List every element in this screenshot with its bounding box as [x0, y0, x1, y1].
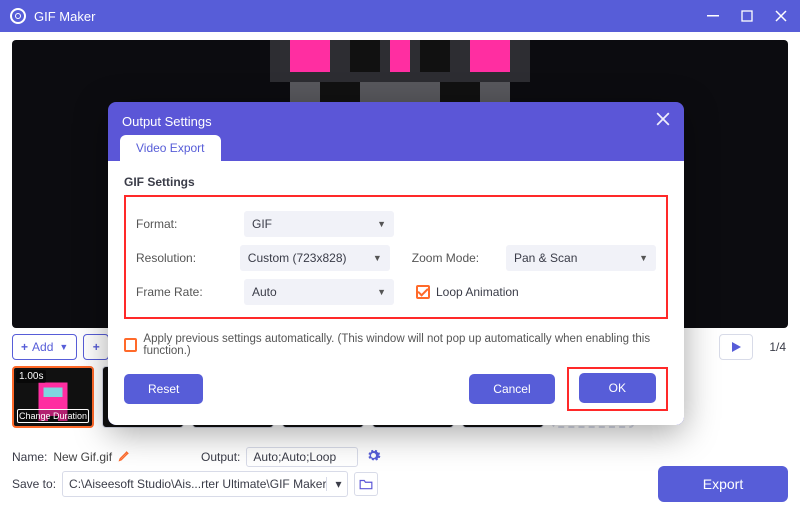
output-label: Output:	[201, 450, 240, 464]
add-frame-button[interactable]: +	[83, 334, 109, 360]
ok-highlight: OK	[567, 367, 668, 411]
tab-label: Video Export	[136, 141, 205, 155]
loop-label: Loop Animation	[436, 285, 519, 299]
saveto-row: Save to: C:\Aiseesoft Studio\Ais...rter …	[0, 474, 800, 504]
framerate-value: Auto	[252, 285, 277, 299]
zoom-label: Zoom Mode:	[412, 251, 494, 265]
name-value: New Gif.gif	[53, 450, 112, 464]
format-dropdown[interactable]: GIF ▼	[244, 211, 394, 237]
plus-icon: +	[93, 340, 100, 354]
apply-label: Apply previous settings automatically. (…	[143, 333, 668, 357]
plus-icon: +	[21, 340, 28, 354]
open-folder-button[interactable]	[354, 472, 378, 496]
chevron-down-icon: ▼	[373, 253, 382, 263]
tab-video-export[interactable]: Video Export	[120, 135, 221, 161]
cancel-button-label: Cancel	[493, 382, 530, 396]
gif-settings-group: Format: GIF ▼ Resolution: Custom (723x82…	[124, 195, 668, 319]
minimize-button[interactable]	[704, 7, 722, 25]
framerate-dropdown[interactable]: Auto ▼	[244, 279, 394, 305]
dialog-footer: Reset Cancel OK	[124, 367, 668, 411]
add-button[interactable]: + Add ▼	[12, 334, 77, 360]
gear-icon[interactable]	[366, 448, 381, 466]
close-icon[interactable]	[656, 112, 670, 131]
framerate-label: Frame Rate:	[136, 285, 232, 299]
output-value[interactable]: Auto;Auto;Loop	[246, 447, 358, 467]
thumbnail-duration: 1.00s	[16, 370, 46, 383]
close-window-button[interactable]	[772, 7, 790, 25]
ok-button-label: OK	[609, 381, 626, 395]
change-duration-button[interactable]: Change Duration	[17, 409, 89, 423]
saveto-field[interactable]: C:\Aiseesoft Studio\Ais...rter Ultimate\…	[62, 471, 348, 497]
saveto-value: C:\Aiseesoft Studio\Ais...rter Ultimate\…	[69, 477, 326, 491]
chevron-down-icon: ▼	[377, 219, 386, 229]
resolution-label: Resolution:	[136, 251, 228, 265]
loop-animation-checkbox[interactable]: Loop Animation	[416, 285, 519, 299]
app-logo-icon	[10, 8, 26, 24]
resolution-dropdown[interactable]: Custom (723x828) ▼	[240, 245, 390, 271]
resolution-value: Custom (723x828)	[248, 251, 347, 265]
export-button[interactable]: Export	[658, 466, 788, 502]
add-button-label: Add	[32, 340, 53, 354]
reset-button-label: Reset	[148, 382, 179, 396]
reset-button[interactable]: Reset	[124, 374, 203, 404]
ok-button[interactable]: OK	[579, 373, 656, 403]
chevron-down-icon: ▼	[639, 253, 648, 263]
format-label: Format:	[136, 217, 232, 231]
chevron-down-icon: ▾	[326, 477, 341, 491]
output-settings-dialog: Output Settings Video Export GIF Setting…	[108, 102, 684, 425]
maximize-button[interactable]	[738, 7, 756, 25]
pager: 1/4	[769, 340, 788, 354]
format-value: GIF	[252, 217, 272, 231]
chevron-down-icon: ▼	[59, 342, 68, 352]
section-title: GIF Settings	[124, 175, 668, 189]
name-label: Name:	[12, 450, 47, 464]
export-button-label: Export	[703, 476, 743, 492]
dialog-title: Output Settings	[122, 114, 212, 129]
zoom-dropdown[interactable]: Pan & Scan ▼	[506, 245, 656, 271]
checkbox-icon	[124, 338, 137, 352]
chevron-down-icon: ▼	[377, 287, 386, 297]
saveto-label: Save to:	[12, 477, 56, 491]
pencil-icon[interactable]	[118, 449, 131, 465]
zoom-value: Pan & Scan	[514, 251, 577, 265]
app-title: GIF Maker	[34, 9, 95, 24]
play-button[interactable]	[719, 334, 753, 360]
cancel-button[interactable]: Cancel	[469, 374, 554, 404]
titlebar: GIF Maker	[0, 0, 800, 32]
thumbnail-1[interactable]: 1.00s Change Duration	[12, 366, 94, 428]
checkbox-icon	[416, 285, 430, 299]
apply-settings-checkbox[interactable]: Apply previous settings automatically. (…	[124, 333, 668, 357]
